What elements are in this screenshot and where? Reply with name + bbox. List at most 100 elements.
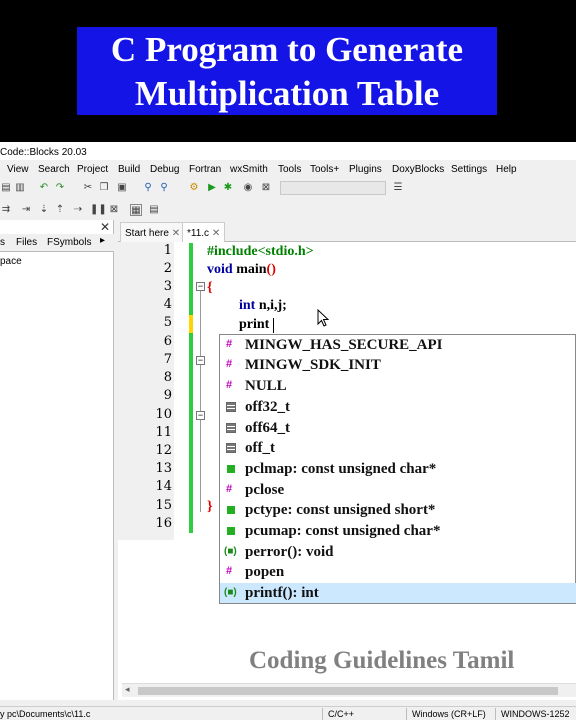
scrollbar-thumb[interactable] [138,687,558,695]
tab-11-c[interactable]: *11.c ✕ [182,222,226,242]
keyword-int: int [239,298,256,313]
line-number: 16 [155,516,172,531]
line-number: 10 [155,407,172,422]
autocomplete-item[interactable]: # MINGW_HAS_SECURE_API [220,335,576,355]
menu-wxsmith[interactable]: wxSmith [230,164,268,175]
status-language: C/C++ [328,709,355,719]
paste-icon[interactable]: ▣ [116,182,128,194]
debug-toolbar: ⇉ ⇥ ⇣ ⇡ ⇢ ❚❚ ⊠ ▦ ▤ [0,200,576,220]
menu-search[interactable]: Search [38,164,70,175]
status-encoding: WINDOWS-1252 [501,709,570,719]
close-tab-icon[interactable]: ✕ [212,228,220,239]
menu-build[interactable]: Build [118,164,140,175]
tab-start-here[interactable]: Start here ✕ [120,222,186,242]
fold-toggle-icon[interactable]: − [196,356,205,365]
fold-toggle-icon[interactable]: − [196,282,205,291]
tab-11-c-label: *11.c [187,228,210,239]
autocomplete-item[interactable]: # MINGW_SDK_INIT [220,355,576,375]
autocomplete-item[interactable]: off64_t [220,418,576,438]
horizontal-scrollbar[interactable]: ◂ [122,683,576,697]
code-line-close-brace[interactable]: } [207,499,213,515]
step-into-icon[interactable]: ⇣ [38,204,50,216]
macro-hash-icon: # [226,379,233,391]
menu-project[interactable]: Project [77,164,108,175]
main-toolbar: ▤ ▥ ↶ ↷ ✂ ❐ ▣ ⚲ ⚲ ⚙ ▶ ✱ ◉ ⊠ ☰ [0,178,576,198]
mouse-pointer-icon [317,309,329,327]
build-target-select[interactable] [280,181,386,195]
scroll-left-icon[interactable]: ◂ [125,684,130,695]
menu-tools[interactable]: Tools [278,164,301,175]
autocomplete-item[interactable]: # pclose [220,480,576,500]
tab-projects[interactable]: s [0,237,5,248]
menu-help[interactable]: Help [496,164,517,175]
autocomplete-item[interactable]: pctype: const unsigned short* [220,500,576,520]
code-line-include[interactable]: #include<stdio.h> [207,244,314,260]
next-instruction-icon[interactable]: ⇢ [72,204,84,216]
code-line-print[interactable]: print [239,317,269,333]
autocomplete-item[interactable]: # popen [220,562,576,582]
editor-tabs: Start here ✕ *11.c ✕ [118,220,576,242]
run-icon[interactable]: ▶ [206,182,218,194]
management-tabs: s Files FSymbols ▸ [0,234,114,252]
function-icon: (■) [224,587,237,598]
autocomplete-item-selected[interactable]: (■) printf(): int [220,583,576,603]
title-box: C Program to Generate Multiplication Tab… [77,27,497,115]
cut-icon[interactable]: ✂ [82,182,94,194]
pause-icon[interactable]: ❚❚ [90,204,107,216]
autocomplete-item[interactable]: # NULL [220,376,576,396]
autocomplete-item[interactable]: pclmap: const unsigned char* [220,459,576,479]
line-number: 9 [163,388,172,403]
line-number: 8 [163,370,172,385]
tab-files[interactable]: Files [16,237,37,248]
debug-continue-icon[interactable]: ⇉ [0,204,12,216]
autocomplete-item[interactable]: off32_t [220,397,576,417]
line-number: 7 [163,352,172,367]
variable-icon [227,506,235,514]
autocomplete-item[interactable]: pcumap: const unsigned char* [220,521,576,541]
saved-change-marker [189,333,193,533]
abort-icon[interactable]: ⊠ [260,182,272,194]
autocomplete-item[interactable]: (■) perror(): void [220,542,576,562]
line-number: 1 [163,243,172,258]
fold-toggle-icon[interactable]: − [196,411,205,420]
find-icon[interactable]: ⚲ [142,182,154,194]
function-icon: (■) [224,546,237,557]
copy-icon[interactable]: ❐ [98,182,110,194]
window-titlebar: Code::Blocks 20.03 [0,142,576,160]
code-line-open-brace[interactable]: { [207,280,213,296]
undo-icon[interactable]: ↶ [38,182,50,194]
status-file-path: y pc\Documents\c\11.c [0,709,91,719]
debug-windows-icon[interactable]: ▦ [130,204,142,216]
tab-fsymbols[interactable]: FSymbols [47,237,91,248]
rebuild-icon[interactable]: ◉ [242,182,254,194]
menu-settings[interactable]: Settings [451,164,487,175]
menu-bar: View Search Project Build Debug Fortran … [0,160,576,178]
menu-doxyblocks[interactable]: DoxyBlocks [392,164,444,175]
options-icon[interactable]: ☰ [392,182,404,194]
save-icon[interactable]: ▤ [0,182,12,194]
save-all-icon[interactable]: ▥ [14,182,26,194]
close-panel-icon[interactable]: ✕ [100,220,110,234]
menu-tools-plus[interactable]: Tools+ [310,164,339,175]
replace-icon[interactable]: ⚲ [158,182,170,194]
menu-view[interactable]: View [7,164,29,175]
menu-fortran[interactable]: Fortran [189,164,221,175]
text-cursor [273,318,274,333]
various-info-icon[interactable]: ▤ [148,204,160,216]
declarations: n,i,j; [255,298,287,313]
step-out-icon[interactable]: ⇡ [54,204,66,216]
build-run-icon[interactable]: ✱ [222,182,234,194]
step-over-icon[interactable]: ⇥ [20,204,32,216]
macro-hash-icon: # [226,358,233,370]
stop-debug-icon[interactable]: ⊠ [108,204,120,216]
code-line-declare[interactable]: int n,i,j; [239,298,287,314]
menu-plugins[interactable]: Plugins [349,164,382,175]
line-number: 14 [155,479,172,494]
close-tab-icon[interactable]: ✕ [172,228,180,239]
code-line-main[interactable]: void main() [207,262,276,278]
menu-debug[interactable]: Debug [150,164,179,175]
build-gear-icon[interactable]: ⚙ [188,182,200,194]
autocomplete-item[interactable]: off_t [220,438,576,458]
tabs-scroll-right-icon[interactable]: ▸ [100,235,105,246]
redo-icon[interactable]: ↷ [54,182,66,194]
